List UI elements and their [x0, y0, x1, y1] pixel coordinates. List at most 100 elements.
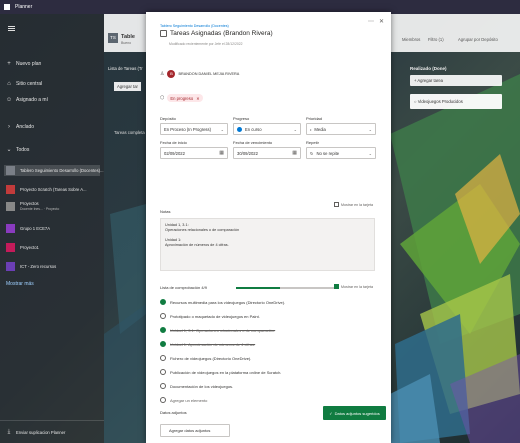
section-pinned[interactable]: › Anclado — [6, 124, 34, 130]
sidebar-plan-item[interactable]: Proyectos Docente Ines... · Proyecto — [4, 201, 100, 212]
task-card[interactable]: ○ Videojuegos Producidos — [410, 94, 502, 109]
menu-icon[interactable] — [8, 26, 15, 33]
sidebar-item-assigned[interactable]: ☺ Asignado a mí — [6, 97, 48, 103]
section-label: Anclado — [16, 124, 35, 130]
repeat-icon: ↻ — [310, 150, 314, 156]
plan-name[interactable]: Table — [121, 34, 135, 40]
plan-label: Proyecto Scratch (Tareas Sobre A... — [20, 187, 87, 192]
checklist-item-text: Fichero de videojuegos (Directorio OneDr… — [170, 355, 252, 361]
chevron-down-icon: ⌄ — [368, 126, 372, 132]
add-attachment-button[interactable]: Agregar datos adjuntos — [160, 424, 230, 437]
checklist-item[interactable]: Unidad 1: Aproximación de números de 4 c… — [160, 341, 255, 347]
repeat-label: Repetir — [306, 140, 319, 145]
check-circle-icon[interactable] — [160, 341, 166, 347]
plan-label: ICT - Zero recursos — [20, 264, 57, 269]
check-circle-icon[interactable] — [160, 299, 166, 305]
bucket-title[interactable]: Realizado (Done) — [410, 66, 502, 71]
attachments-label: Datos adjuntos — [160, 410, 187, 415]
task-title[interactable]: Tareas Asignadas (Brandon Rivera) — [170, 30, 273, 37]
avatar: B — [167, 70, 176, 78]
calendar-icon[interactable]: ▦ — [219, 150, 224, 156]
checklist-item[interactable]: Documentación de los videojuegos. — [160, 383, 233, 389]
checklist-item[interactable]: Publicación de videojuegos en la platafo… — [160, 369, 281, 375]
group-by-button[interactable]: Agrupar por Depósito — [458, 37, 498, 42]
assign-person-icon: ♙ — [160, 71, 165, 77]
show-on-card-checkbox[interactable] — [334, 202, 339, 207]
more-options-icon[interactable]: ⋯ — [368, 18, 374, 25]
sidebar-footer[interactable]: ⤓ Enviar suplicacion Planner — [0, 420, 104, 443]
sidebar-plan-item[interactable]: Proyecto Scratch (Tareas Sobre A... — [4, 184, 100, 195]
checklist-item[interactable]: Recursos multimedia para los videojuegos… — [160, 299, 285, 305]
notes-show-on-card[interactable]: Mostrar en la tarjeta — [334, 202, 373, 207]
circle-icon[interactable] — [160, 313, 166, 319]
add-checklist-item[interactable]: Agregar un elemento — [160, 397, 207, 403]
show-on-card-label: Mostrar en la tarjeta — [341, 202, 373, 207]
download-icon: ⤓ — [7, 429, 11, 435]
filter-button[interactable]: Filtro (1) — [428, 37, 444, 42]
calendar-icon[interactable]: ▦ — [292, 150, 297, 156]
plan-avatar — [6, 262, 15, 271]
sidebar-plan-item[interactable]: Grupo 1 ECE7A — [4, 223, 100, 234]
progress-value: En curso — [245, 126, 262, 132]
checklist-item-text: Prototipado o maquetado de videojuegos e… — [170, 313, 260, 319]
sidebar-plan-item[interactable]: Proyecto1 — [4, 242, 100, 253]
show-more-link[interactable]: Mostrar más — [6, 281, 34, 287]
checklist-label: Lista de comprobación 4/9 — [160, 285, 207, 290]
sidebar-item-label: Sitio central — [16, 81, 43, 87]
circle-icon[interactable] — [160, 383, 166, 389]
chevron-down-icon: ⌄ — [220, 126, 224, 132]
sidebar-item-label: Asignado a mí — [16, 97, 48, 103]
completed-tasks-toggle[interactable]: Tareas completa — [114, 130, 145, 135]
plan-avatar — [6, 202, 15, 211]
plan-avatar — [6, 224, 15, 233]
circle-icon[interactable] — [160, 355, 166, 361]
sidebar-item-hub[interactable]: ⌂ Sitio central — [6, 81, 42, 87]
members-button[interactable]: Miembros — [402, 37, 420, 42]
section-all[interactable]: ⌄ Todos — [6, 147, 29, 153]
app-launcher-icon[interactable] — [4, 4, 10, 10]
priority-label: Prioridad — [306, 116, 323, 121]
label-chip[interactable]: En progreso ✕ — [167, 94, 203, 102]
sidebar-plan-item[interactable]: Tablero Seguimiento Desarrollo (Docentes… — [4, 165, 104, 176]
task-details-dialog: ⋯ ✕ Tablero Seguimiento Desarrollo (Doce… — [146, 12, 391, 443]
plus-icon: + — [7, 61, 11, 67]
suggested-attachments-label: Datos adjuntos sugeridos — [334, 410, 380, 416]
checklist-item[interactable]: Fichero de videojuegos (Directorio OneDr… — [160, 355, 251, 361]
repeat-select[interactable]: ↻ No se repite ⌄ — [306, 147, 376, 159]
suggested-attachments-button[interactable]: ✓ Datos adjuntos sugeridos — [323, 406, 386, 420]
due-date-field[interactable]: 30/09/2022 ▦ — [233, 147, 301, 159]
breadcrumb[interactable]: Tablero Seguimiento Desarrollo (Docentes… — [160, 24, 229, 28]
label-chip-text: En progreso — [170, 95, 194, 101]
checklist-item[interactable]: Prototipado o maquetado de videojuegos e… — [160, 313, 260, 319]
priority-select[interactable]: • Media ⌄ — [306, 123, 376, 135]
checkmark-icon: ✓ — [329, 410, 333, 416]
add-item-placeholder[interactable]: Agregar un elemento — [170, 398, 207, 403]
complete-task-checkbox[interactable] — [160, 30, 167, 37]
plan-label: Proyecto1 — [20, 245, 39, 250]
check-circle-icon[interactable] — [160, 327, 166, 333]
person-icon: ☺ — [6, 97, 13, 103]
checklist-item[interactable]: Unidad 1, 3.1: Operaciones relacionales … — [160, 327, 275, 333]
show-on-card-checkbox[interactable] — [334, 284, 339, 289]
start-date-field[interactable]: 02/09/2022 ▦ — [160, 147, 228, 159]
add-task-button-left[interactable]: Agregar tar — [114, 82, 141, 91]
start-date-value: 02/09/2022 — [164, 150, 185, 156]
bucket-value: En Proceso (In Progress) — [164, 126, 212, 132]
chevron-down-icon: ⌄ — [6, 147, 12, 153]
chevron-right-icon: › — [8, 124, 10, 130]
assignee-row[interactable]: ♙ B BRANDON DANIEL MEJIA RIVERA — [160, 70, 239, 78]
footer-label: Enviar suplicacion Planner — [16, 429, 66, 435]
notes-textarea[interactable]: Unidad 1, 3.1: Operaciones relacionales … — [160, 218, 375, 271]
bucket-title-left[interactable]: Lista de Tareas (Tr — [108, 66, 143, 71]
hub-icon: ⌂ — [7, 81, 11, 87]
sidebar-item-new-plan[interactable]: + Nuevo plan — [6, 61, 41, 67]
sidebar-plan-item[interactable]: ICT - Zero recursos — [4, 261, 100, 272]
priority-value: Media — [314, 126, 326, 132]
bucket-select[interactable]: En Proceso (In Progress) ⌄ — [160, 123, 228, 135]
remove-label-icon[interactable]: ✕ — [196, 96, 200, 101]
progress-select[interactable]: En curso ⌄ — [233, 123, 301, 135]
checklist-show-on-card[interactable]: Mostrar en la tarjeta — [334, 284, 373, 289]
close-icon[interactable]: ✕ — [379, 18, 384, 25]
circle-icon[interactable] — [160, 369, 166, 375]
add-task-button[interactable]: + Agregar tarea — [410, 75, 502, 86]
